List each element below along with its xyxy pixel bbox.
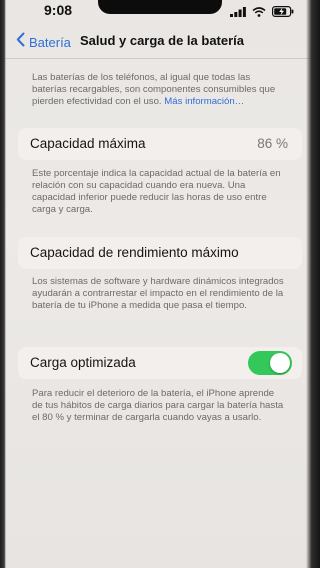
- navigation-bar: Batería Salud y carga de la batería: [0, 30, 320, 56]
- toggle-knob: [270, 353, 290, 373]
- max-capacity-label: Capacidad máxima: [30, 136, 146, 151]
- status-time: 9:08: [44, 2, 73, 18]
- back-button[interactable]: Batería: [16, 32, 71, 52]
- page-title: Salud y carga de la batería: [80, 33, 245, 48]
- device-bezel-left: [0, 0, 6, 568]
- optimized-charging-toggle[interactable]: [248, 351, 292, 375]
- camera-notch: [98, 0, 222, 14]
- back-label: Batería: [29, 34, 71, 50]
- more-info-link[interactable]: Más información…: [164, 96, 244, 107]
- battery-charging-icon: [272, 4, 294, 22]
- peak-performance-label: Capacidad de rendimiento máximo: [30, 245, 239, 260]
- max-capacity-value: 86 %: [257, 136, 288, 151]
- nav-divider: [0, 58, 320, 59]
- max-capacity-description: Este porcentaje indica la capacidad actu…: [32, 168, 281, 215]
- optimized-charging-label: Carga optimizada: [30, 355, 136, 370]
- intro-footnote: Las baterías de los teléfonos, al igual …: [32, 72, 286, 108]
- max-capacity-cell: Capacidad máxima 86 %: [18, 128, 302, 160]
- peak-performance-cell: Capacidad de rendimiento máximo: [18, 237, 302, 269]
- wifi-icon: [252, 4, 266, 22]
- peak-performance-description: Los sistemas de software y hardware diná…: [32, 276, 284, 311]
- device-bezel-right: [306, 0, 320, 568]
- phone-screen: 9:08 Batería Salud y carga de la batería…: [0, 0, 320, 568]
- signal-icon: [230, 4, 246, 22]
- status-icons: [230, 4, 294, 22]
- optimized-charging-description: Para reducir el deterioro de la batería,…: [32, 388, 284, 423]
- optimized-charging-cell: Carga optimizada: [18, 347, 302, 379]
- chevron-left-icon: [16, 32, 25, 52]
